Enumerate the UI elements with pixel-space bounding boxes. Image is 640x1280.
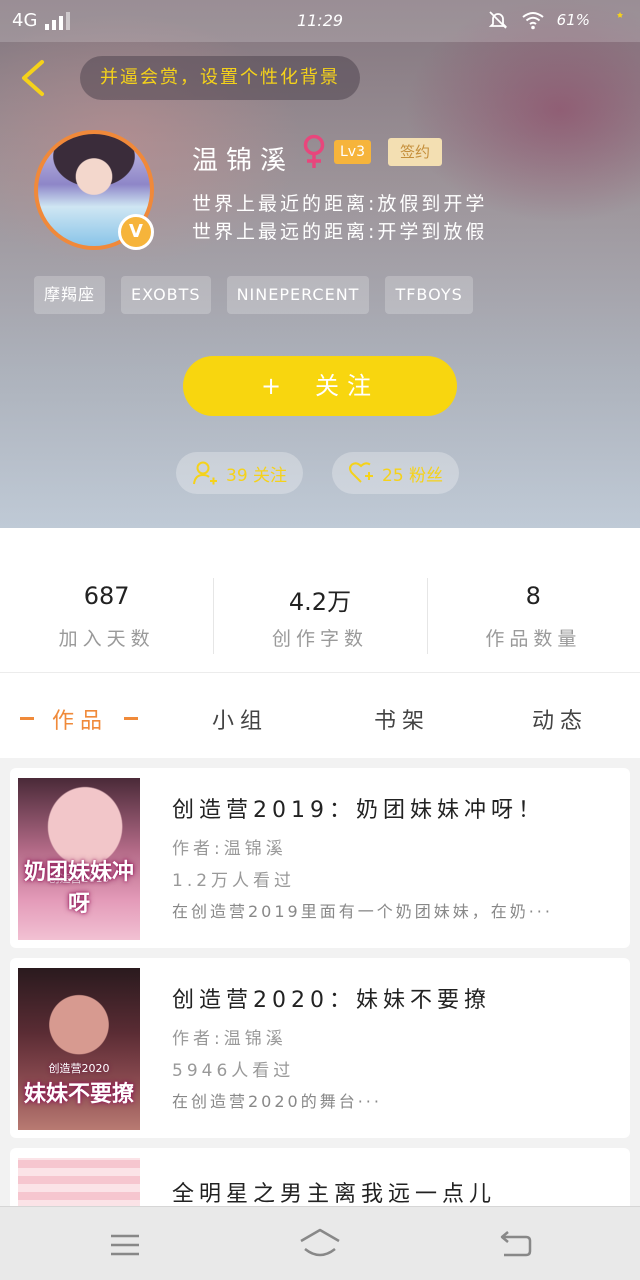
tag[interactable]: EXOBTS	[121, 276, 211, 314]
tab-bookshelf[interactable]: 书架	[374, 703, 430, 735]
following-label: 39 关注	[226, 465, 288, 486]
avatar[interactable]: V	[34, 130, 154, 250]
fans-count-button[interactable]: 25 粉丝	[332, 452, 460, 494]
tab-works[interactable]: 作品	[52, 703, 108, 735]
stat-value: 687	[83, 582, 130, 610]
stats-bar: 687 加入天数 4.2万 创作字数 8 作品数量	[0, 528, 640, 672]
book-card[interactable]: 创造营2020 妹妹不要撩 创造营2020：妹妹不要撩 作者:温锦溪 5946人…	[10, 958, 630, 1138]
verified-badge: V	[118, 214, 154, 250]
user-bio: 世界上最近的距离:放假到开学 世界上最远的距离:开学到放假	[192, 190, 487, 246]
moon-star-icon	[609, 12, 624, 26]
following-count-button[interactable]: 39 关注	[176, 452, 304, 494]
profile-tabs: 作品 小组 书架 动态	[0, 672, 640, 758]
battery-label: 61%	[556, 11, 590, 29]
stat-label: 创作字数	[271, 628, 368, 650]
signed-badge: 签约	[388, 138, 443, 166]
fans-label: 25 粉丝	[382, 465, 444, 486]
menu-icon[interactable]	[105, 1225, 145, 1265]
stat-value: 4.2万	[288, 588, 352, 616]
stat-words: 4.2万 创作字数	[213, 528, 426, 672]
book-description: 在创造营2020的舞台···	[172, 1092, 382, 1111]
book-card[interactable]: 创造营2019 奶团妹妹冲呀 创造营2019：奶团妹妹冲呀！ 作者:温锦溪 1.…	[10, 768, 630, 948]
system-nav-bar	[0, 1206, 640, 1280]
tag[interactable]: 摩羯座	[34, 276, 106, 314]
bio-line: 世界上最近的距离:放假到开学	[192, 193, 488, 215]
set-background-button[interactable]: 并逼会赏，设置个性化背景	[80, 56, 360, 100]
book-title: 创造营2020：妹妹不要撩	[172, 988, 491, 1013]
cover-title: 妹妹不要撩	[23, 1082, 134, 1107]
plus-icon: +	[260, 372, 290, 400]
active-tab-indicator	[20, 717, 34, 720]
tag[interactable]: TFBOYS	[385, 276, 473, 314]
tag[interactable]: NINEPERCENT	[226, 276, 370, 314]
mute-bell-icon	[488, 11, 507, 29]
book-card[interactable]: 全明星之男主离我远一点儿	[10, 1148, 630, 1206]
bio-line: 世界上最远的距离:开学到放假	[192, 221, 488, 243]
book-cover	[18, 1158, 140, 1206]
stat-label: 作品数量	[485, 628, 582, 650]
book-description: 在创造营2019里面有一个奶团妹妹，在奶···	[172, 902, 553, 921]
follow-label: 关注	[315, 372, 380, 400]
cover-title: 奶团妹妹冲呀	[23, 860, 134, 917]
book-views: 5946人看过	[172, 1061, 295, 1081]
female-icon	[303, 134, 325, 168]
book-title: 创造营2019：奶团妹妹冲呀！	[172, 798, 545, 823]
stat-value: 8	[525, 582, 541, 610]
home-icon[interactable]	[298, 1225, 342, 1265]
stat-works: 8 作品数量	[426, 528, 640, 672]
active-tab-indicator	[124, 717, 138, 720]
book-cover: 创造营2020 妹妹不要撩	[18, 968, 140, 1130]
add-user-icon	[193, 461, 217, 485]
back-icon[interactable]	[496, 1225, 536, 1265]
book-title: 全明星之男主离我远一点儿	[172, 1182, 497, 1206]
book-author: 作者:温锦溪	[172, 839, 287, 859]
book-cover: 创造营2019 奶团妹妹冲呀	[18, 778, 140, 940]
tab-activity[interactable]: 动态	[532, 703, 588, 735]
book-views: 1.2万人看过	[172, 871, 296, 891]
stat-label: 加入天数	[58, 628, 155, 650]
follow-button[interactable]: + 关注	[183, 356, 457, 416]
stat-days: 687 加入天数	[0, 528, 213, 672]
wifi-icon	[522, 12, 544, 30]
profile-header: 4G 11:29 61% 并逼会赏，设置个性化背景 V 温锦溪 Lv3 签约 世…	[0, 0, 640, 528]
interest-tags: 摩羯座 EXOBTS NINEPERCENT TFBOYS	[34, 276, 473, 314]
status-bar: 4G 11:29 61%	[0, 0, 640, 42]
heart-plus-icon	[349, 462, 373, 483]
book-author: 作者:温锦溪	[172, 1029, 287, 1049]
level-badge: Lv3	[334, 140, 371, 164]
user-name: 温锦溪	[192, 146, 295, 176]
cover-subtitle: 创造营2020	[48, 1062, 110, 1075]
tab-groups[interactable]: 小组	[212, 703, 268, 735]
back-arrow-icon[interactable]	[14, 58, 54, 98]
